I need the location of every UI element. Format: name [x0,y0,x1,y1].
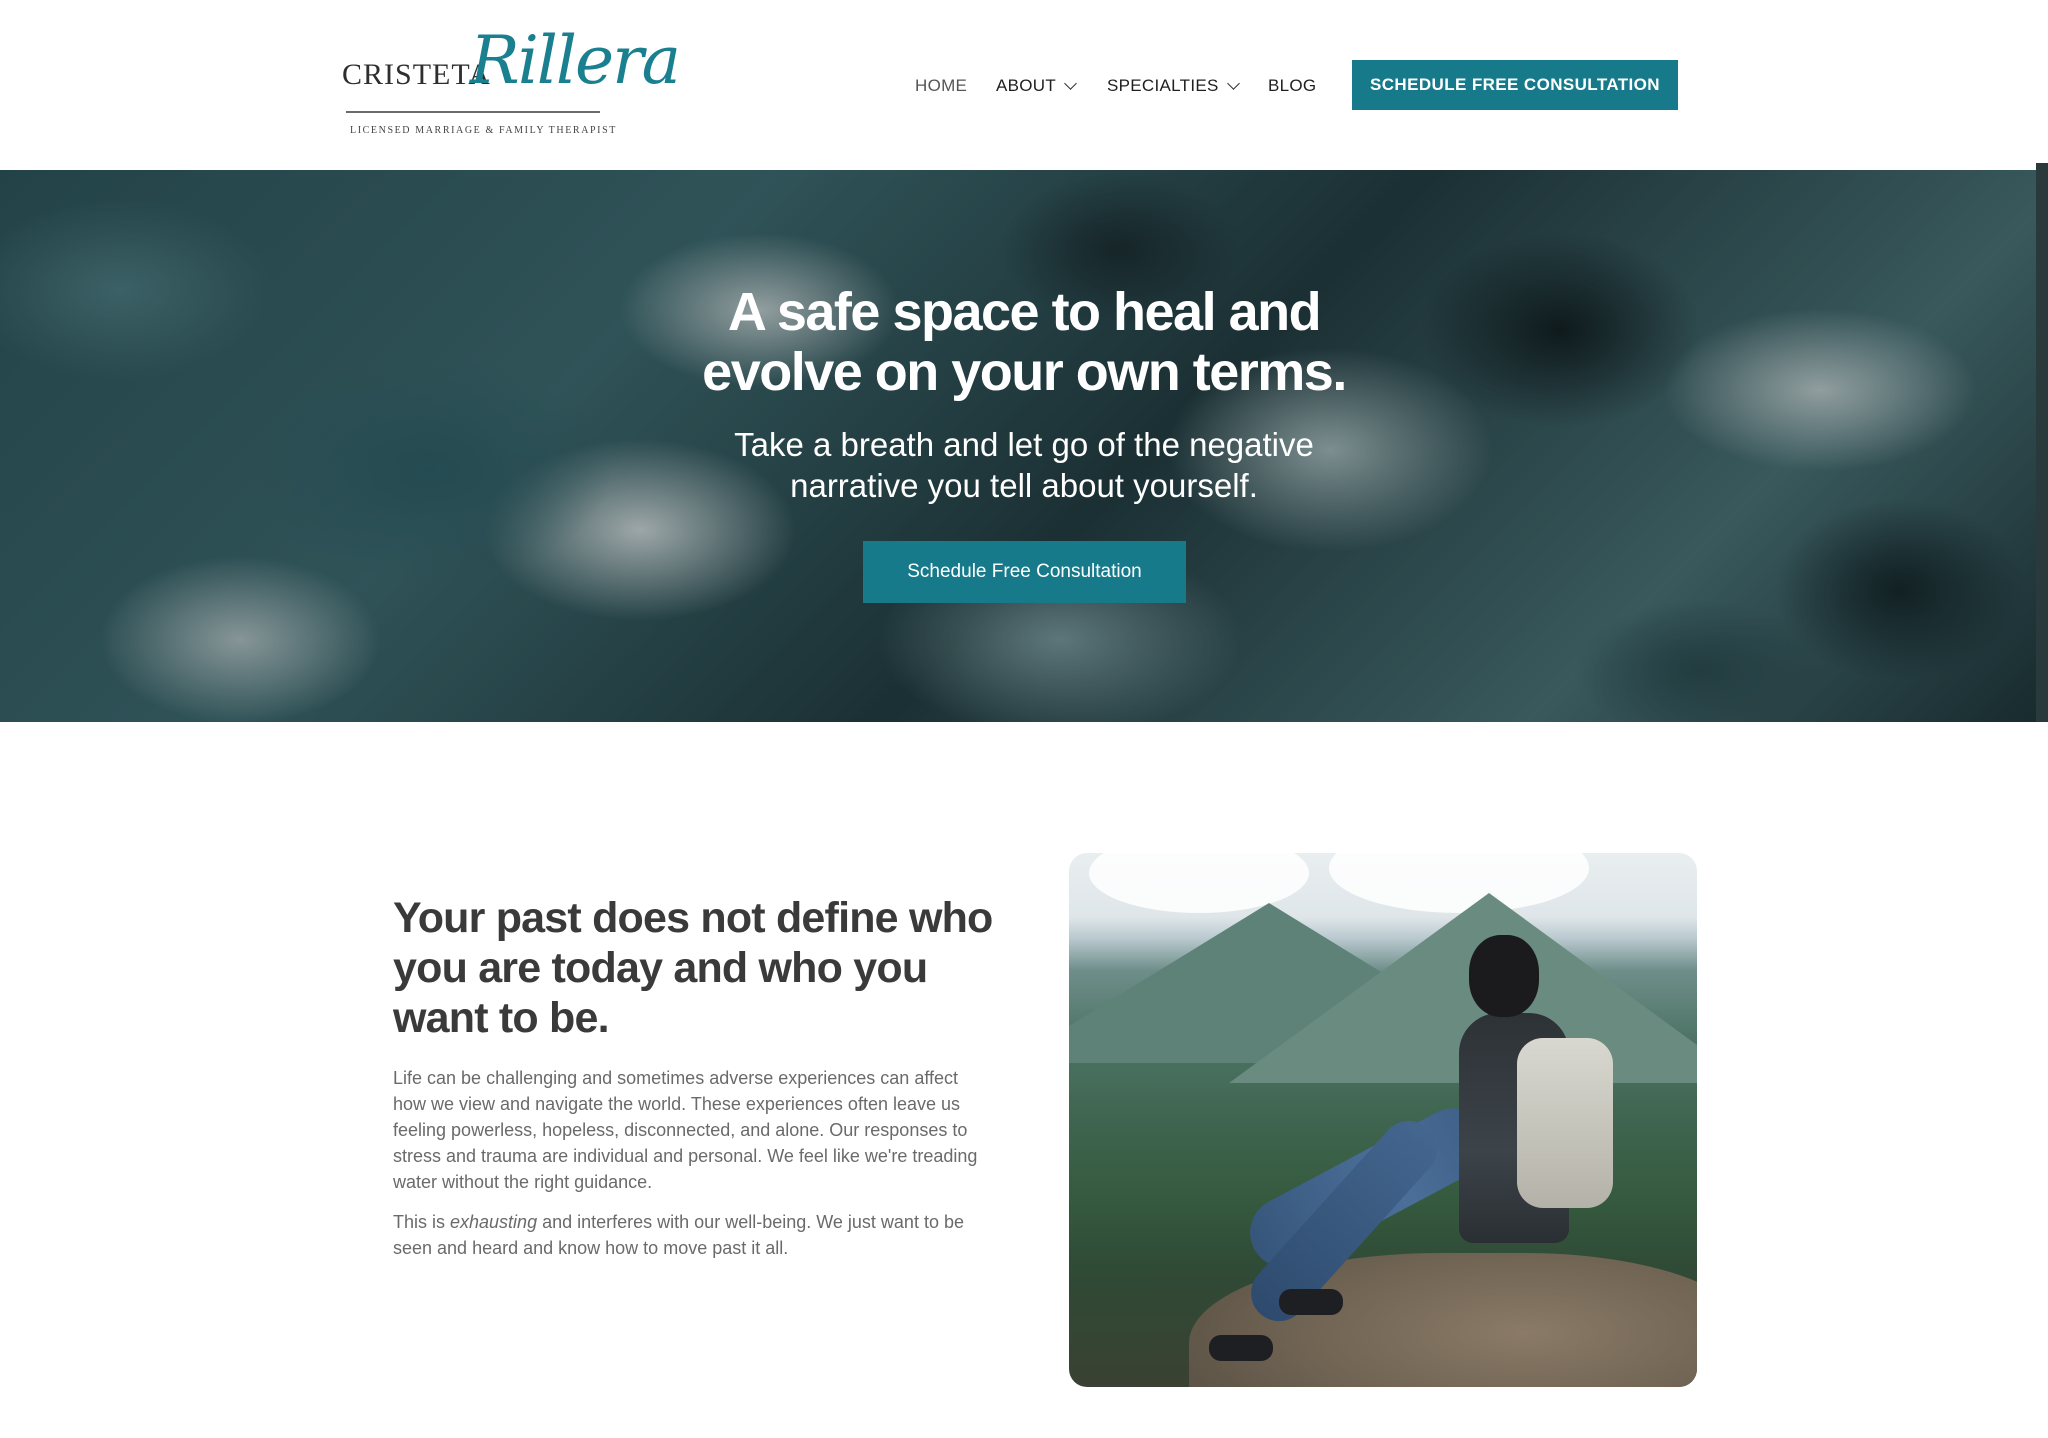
logo-first-name: CRISTETA [342,58,491,91]
scrollbar-edge [2036,163,2048,722]
hero-subtitle-line2: narrative you tell about yourself. [790,467,1258,504]
photo-shoe [1209,1335,1273,1361]
hero-title: A safe space to heal and evolve on your … [624,282,1424,402]
header-schedule-button[interactable]: SCHEDULE FREE CONSULTATION [1352,60,1678,110]
hiker-photo [1069,853,1697,1387]
logo-tagline: LICENSED MARRIAGE & FAMILY THERAPIST [350,125,617,136]
logo-last-name: Rillera [470,22,681,99]
nav-home-label: HOME [915,76,968,95]
hero-title-line1: A safe space to heal and [727,282,1322,342]
intro-paragraph-1: Life can be challenging and sometimes ad… [393,1068,978,1192]
hero-title-line2: evolve on your own terms. [702,342,1347,402]
logo-divider [346,111,600,113]
nav-home[interactable]: HOME [915,76,967,96]
nav-blog-label: BLOG [1268,76,1317,95]
intro-paragraph-2: This is exhausting and interferes with o… [393,1209,978,1261]
nav-specialties-label: SPECIALTIES [1107,76,1219,95]
hero-schedule-button[interactable]: Schedule Free Consultation [863,541,1186,603]
nav-about-label: ABOUT [996,76,1057,95]
photo-person-head [1469,935,1539,1017]
site-logo[interactable]: CRISTETA Rillera LICENSED MARRIAGE & FAM… [342,22,681,140]
photo-backpack [1517,1038,1613,1208]
intro-paragraph-2-emphasis: exhausting [450,1212,538,1232]
intro-heading: Your past does not define who you are to… [393,894,993,1042]
nav-specialties[interactable]: SPECIALTIES [1107,76,1240,96]
hero-subtitle-line1: Take a breath and let go of the negative [734,426,1314,463]
nav-about[interactable]: ABOUT [996,76,1077,96]
photo-shoe [1279,1289,1343,1315]
chevron-down-icon [1064,76,1077,90]
hero-section: A safe space to heal and evolve on your … [0,170,2048,722]
intro-paragraph-2-prefix: This is [393,1212,451,1232]
site-header: CRISTETA Rillera LICENSED MARRIAGE & FAM… [0,0,2048,170]
hero-subtitle: Take a breath and let go of the negative… [684,424,1364,506]
nav-blog[interactable]: BLOG [1268,76,1316,96]
chevron-down-icon [1226,76,1240,90]
